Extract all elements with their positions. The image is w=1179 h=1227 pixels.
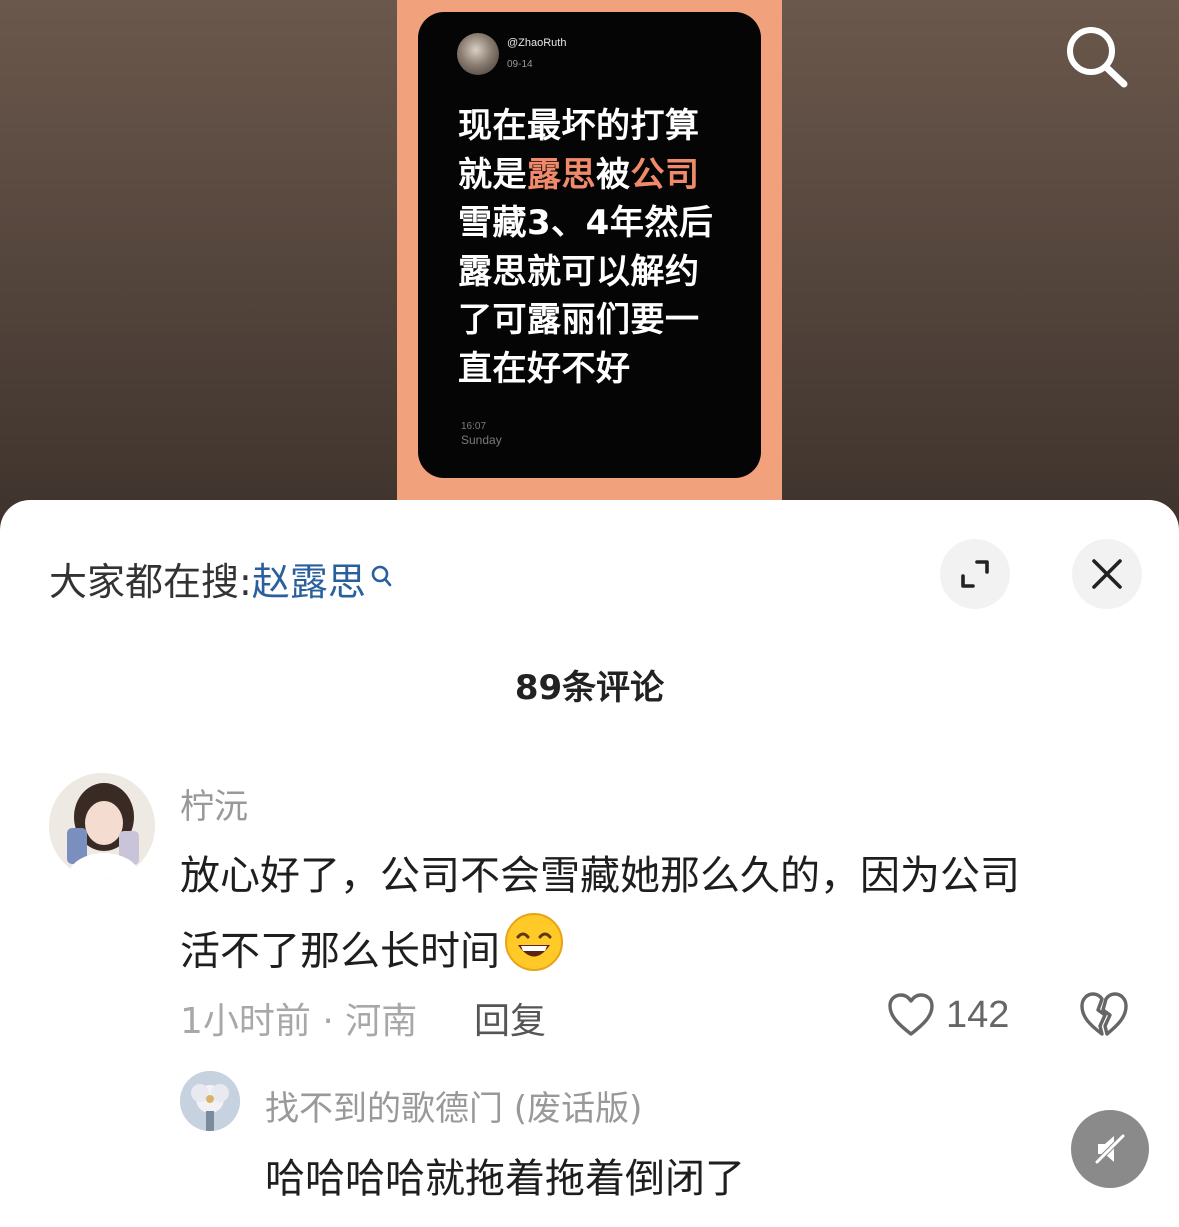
comment-text: 放心好了，公司不会雪藏她那么久的，因为公司 活不了那么长时间 [180, 840, 1140, 995]
hot-search-label: 大家都在搜: [49, 560, 252, 604]
post-handle: @ZhaoRuth [507, 37, 567, 49]
close-icon [1092, 559, 1122, 589]
post-day: Sunday [461, 433, 502, 447]
post-text-line: 雪藏3、4年然后 [458, 203, 714, 243]
small-search-icon [370, 555, 392, 599]
comment-meta: 1小时前 · 河南 [180, 1001, 418, 1042]
reply-text: 哈哈哈哈就拖着拖着倒闭了 [265, 1156, 745, 1202]
post-time: 16:07 [461, 421, 487, 432]
post-text-line: 了可露丽们要一 [458, 300, 700, 340]
like-count: 142 [946, 993, 1010, 1036]
close-button[interactable] [1072, 539, 1142, 609]
like-button[interactable]: 142 [886, 990, 1009, 1040]
hot-search-bar[interactable]: 大家都在搜:赵露思 [49, 551, 392, 606]
broken-heart-icon [1080, 992, 1128, 1036]
comment-author[interactable]: 柠沅 [180, 779, 248, 828]
avatar[interactable] [49, 773, 155, 879]
post-text-line: 现在最坏的打算 [458, 106, 700, 146]
post-text-line: 直在好不好 [458, 348, 631, 389]
reply-avatar-photo [180, 1071, 240, 1131]
post-text-line: 露思就可以解约 [458, 251, 700, 292]
mute-sound-button[interactable] [1071, 1110, 1149, 1188]
dislike-button[interactable] [1078, 990, 1130, 1040]
search-icon [1067, 27, 1128, 88]
expand-button[interactable] [940, 539, 1010, 609]
hot-search-keyword[interactable]: 赵露思 [252, 560, 366, 604]
grinning-face-emoji-icon [504, 912, 564, 995]
post-avatar [457, 33, 499, 75]
reply-author[interactable]: 找不到的歌德门 (废话版) [265, 1081, 642, 1130]
reply-button[interactable]: 回复 [474, 992, 546, 1044]
post-text-line: 就是露思被公司 [458, 154, 700, 195]
post-date: 09-14 [507, 59, 533, 70]
search-button[interactable] [1058, 20, 1134, 90]
reply-avatar[interactable] [180, 1071, 240, 1131]
expand-icon [961, 560, 989, 588]
mute-icon [1094, 1133, 1126, 1165]
avatar-photo [49, 773, 155, 879]
post-text: 现在最坏的打算 就是露思被公司 雪藏3、4年然后 露思就可以解约 了可露丽们要一… [458, 102, 748, 393]
heart-icon [888, 993, 934, 1036]
comment-count-title: 89条评论 [514, 668, 665, 708]
